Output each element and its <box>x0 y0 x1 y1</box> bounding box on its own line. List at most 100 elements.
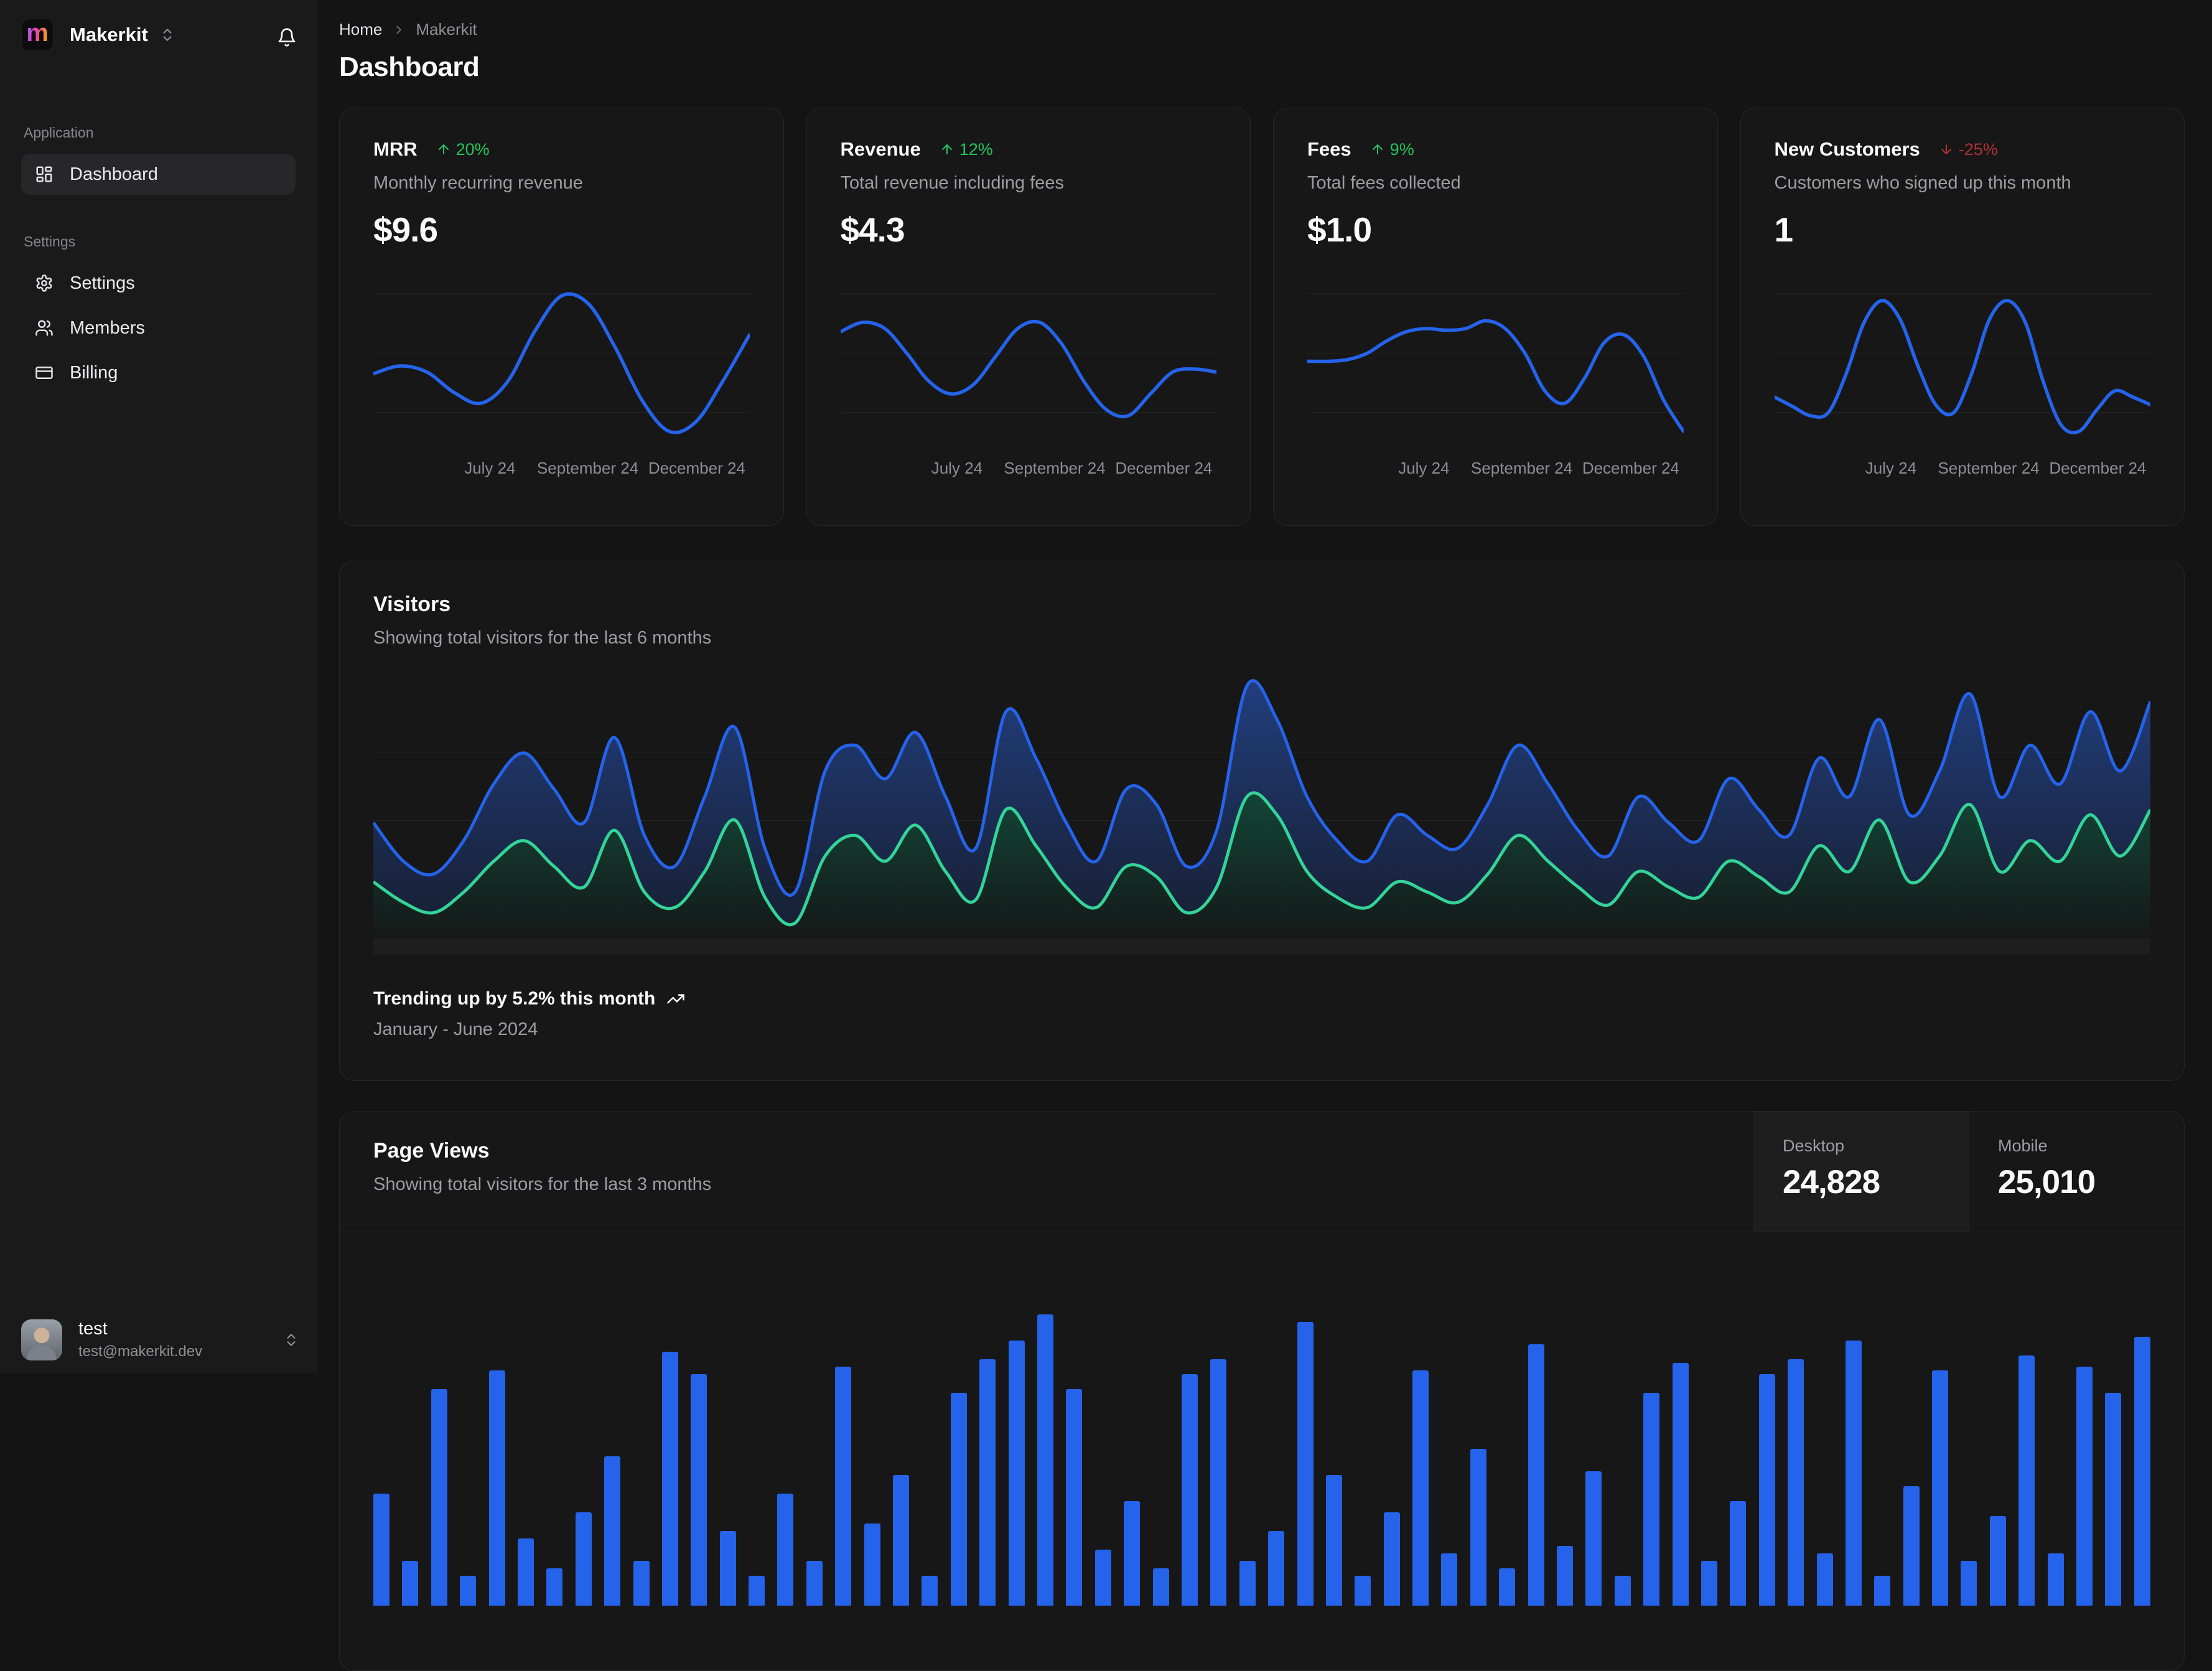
visitors-subtitle: Showing total visitors for the last 6 mo… <box>373 628 2150 648</box>
desktop-label: Desktop <box>1783 1136 1940 1156</box>
date-range-text: January - June 2024 <box>373 1019 2150 1040</box>
bar <box>1441 1553 1457 1606</box>
bar <box>1124 1501 1140 1606</box>
sidebar-item-label: Settings <box>70 273 135 294</box>
bar <box>2076 1367 2093 1606</box>
user-menu[interactable]: test test@makerkit.dev <box>21 1319 299 1360</box>
main-content: Home Makerkit Dashboard MRR 20% Monthly … <box>318 0 2212 1373</box>
page-views-bar-chart <box>373 1232 2150 1606</box>
chevrons-up-down-icon <box>283 1332 299 1348</box>
bar <box>1412 1370 1429 1606</box>
bar <box>2048 1553 2064 1606</box>
stat-card-fees: Fees 9% Total fees collected $1.0 July 2… <box>1273 108 1718 526</box>
credit-card-icon <box>35 363 54 382</box>
bar <box>1355 1576 1371 1606</box>
makerkit-logo: m <box>21 19 54 51</box>
bar <box>1557 1546 1573 1606</box>
bar <box>1759 1374 1775 1606</box>
logo-letter: m <box>26 21 49 45</box>
stat-card-title: New Customers <box>1775 138 1920 161</box>
bar <box>1990 1516 2006 1606</box>
sidebar-item-dashboard[interactable]: Dashboard <box>21 154 296 195</box>
bar <box>806 1561 823 1606</box>
bar <box>518 1538 534 1606</box>
bar <box>1643 1393 1659 1606</box>
mobile-toggle[interactable]: Mobile 25,010 <box>1969 1112 2184 1232</box>
bar <box>402 1561 418 1606</box>
stat-card-title: MRR <box>373 138 418 161</box>
bar <box>1903 1486 1920 1606</box>
breadcrumb-home[interactable]: Home <box>339 20 382 39</box>
stat-card-subtitle: Total fees collected <box>1307 173 1684 194</box>
bar <box>1730 1501 1746 1606</box>
visitors-title: Visitors <box>373 592 2150 617</box>
workspace-selector[interactable]: m Makerkit <box>21 19 296 51</box>
page-views-title: Page Views <box>373 1139 711 1163</box>
bar <box>1673 1363 1689 1606</box>
bar <box>835 1367 851 1606</box>
visitors-card: Visitors Showing total visitors for the … <box>339 561 2185 1081</box>
fees-sparkline-chart <box>1307 283 1684 449</box>
bar <box>1788 1359 1804 1606</box>
breadcrumb-current: Makerkit <box>416 20 477 39</box>
page-views-subtitle: Showing total visitors for the last 3 mo… <box>373 1174 711 1195</box>
dashboard-icon <box>35 165 54 184</box>
section-label-application: Application <box>24 124 293 141</box>
mrr-sparkline-chart <box>373 283 750 449</box>
page-views-card: Page Views Showing total visitors for th… <box>339 1111 2185 1671</box>
sidebar-item-billing[interactable]: Billing <box>21 352 296 393</box>
bar <box>1817 1553 1833 1606</box>
x-axis-ticks: July 24 September 24 December 24 <box>373 459 750 484</box>
bar <box>2018 1355 2035 1606</box>
sidebar-item-settings[interactable]: Settings <box>21 263 296 304</box>
users-icon <box>35 319 54 337</box>
sidebar-item-label: Dashboard <box>70 164 158 185</box>
notifications-button[interactable] <box>277 27 297 47</box>
arrow-up-icon <box>1370 142 1385 157</box>
bar <box>1182 1374 1198 1606</box>
sidebar-item-members[interactable]: Members <box>21 307 296 349</box>
stat-card-revenue: Revenue 12% Total revenue including fees… <box>806 108 1251 526</box>
chevrons-up-down-icon <box>159 27 175 43</box>
bar <box>373 1494 390 1606</box>
bar <box>1210 1359 1226 1606</box>
stat-cards-row: MRR 20% Monthly recurring revenue $9.6 J… <box>339 108 2185 526</box>
bar <box>2105 1393 2121 1606</box>
trend-badge: 20% <box>436 140 490 159</box>
chevron-right-icon <box>392 23 406 37</box>
bar <box>979 1359 996 1606</box>
bar <box>1297 1322 1314 1606</box>
workspace-name: Makerkit <box>70 24 148 46</box>
bar <box>1326 1475 1342 1606</box>
page-views-header: Page Views Showing total visitors for th… <box>340 1112 2184 1232</box>
bar <box>1932 1370 1948 1606</box>
stat-card-subtitle: Monthly recurring revenue <box>373 173 750 194</box>
sidebar-item-label: Billing <box>70 363 118 383</box>
arrow-up-icon <box>436 142 451 157</box>
bar <box>1846 1341 1862 1606</box>
arrow-up-icon <box>940 142 954 157</box>
new-customers-sparkline-chart <box>1775 283 2151 449</box>
bar <box>893 1475 909 1606</box>
bar <box>1528 1344 1544 1606</box>
stat-card-subtitle: Total revenue including fees <box>841 173 1217 194</box>
sidebar-item-label: Members <box>70 318 145 339</box>
bar <box>1037 1314 1053 1606</box>
stat-card-title: Revenue <box>841 138 921 161</box>
desktop-value: 24,828 <box>1783 1163 1940 1201</box>
trend-badge: -25% <box>1939 140 1998 159</box>
bar <box>1615 1576 1631 1606</box>
x-axis-ticks: July 24 September 24 December 24 <box>1307 459 1684 484</box>
bar <box>749 1576 765 1606</box>
stat-card-value: 1 <box>1775 210 2151 250</box>
bar <box>604 1456 620 1606</box>
gear-icon <box>35 274 54 293</box>
breadcrumb: Home Makerkit <box>339 20 2185 39</box>
bar <box>691 1374 707 1606</box>
bar <box>1384 1512 1400 1606</box>
bar <box>576 1512 592 1606</box>
desktop-toggle[interactable]: Desktop 24,828 <box>1753 1112 1969 1232</box>
stat-card-value: $4.3 <box>841 210 1217 250</box>
mobile-label: Mobile <box>1998 1136 2155 1156</box>
section-label-settings: Settings <box>24 233 293 250</box>
